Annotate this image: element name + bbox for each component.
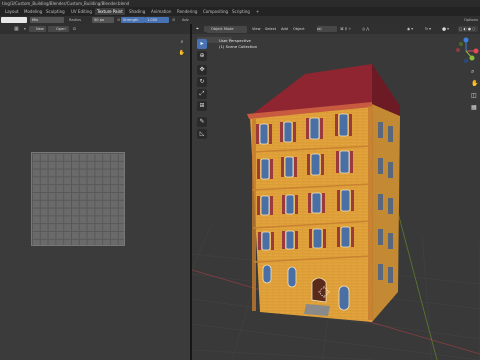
scene-collection-label: (1) Scene Collection — [219, 44, 258, 49]
tool-settings-bar: Mix Radius 50 px ⊙ Strength 1.000 ⊙ Adv … — [0, 16, 480, 24]
menu-object[interactable]: Object — [293, 26, 305, 32]
image-editor-header: ▦ ▾ New Open ⊡ — [0, 24, 190, 34]
view-menu[interactable]: ▾ — [24, 26, 26, 32]
ortho-toggle-icon[interactable]: ▦ — [471, 104, 477, 111]
menu-add[interactable]: Add — [281, 26, 288, 32]
mode-menu-bar: Object Mode View Select Add Object — [207, 25, 317, 34]
workspace-tab-bar: Layout Modeling Sculpting UV Editing Tex… — [0, 7, 480, 16]
strength-label: Strength — [121, 17, 145, 23]
add-workspace-button[interactable]: + — [254, 8, 261, 15]
tab-shading[interactable]: Shading — [127, 8, 147, 15]
blend-mode-select[interactable]: Mix — [30, 17, 64, 23]
transform-tool-icon[interactable]: ⊞ — [197, 101, 207, 111]
color-swatch[interactable] — [1, 17, 27, 23]
select-tool-icon[interactable]: ▸ — [197, 39, 207, 49]
title-bar: ting/3/Custom_Building/Blender/Custom_Bu… — [0, 0, 480, 7]
radius-label: Radius — [69, 18, 82, 22]
tab-layout[interactable]: Layout — [3, 8, 21, 15]
measure-tool-icon[interactable]: ◺ — [197, 129, 207, 139]
rotate-tool-icon[interactable]: ↻ — [197, 77, 207, 87]
strength-field[interactable]: 1.000 — [145, 17, 169, 23]
front-door — [311, 277, 327, 303]
move-tool-icon[interactable]: ✥ — [197, 65, 207, 75]
tab-texture-paint[interactable]: Texture Paint — [95, 8, 125, 15]
building-model — [247, 64, 400, 322]
window-title: ting/3/Custom_Building/Blender/Custom_Bu… — [2, 1, 130, 6]
radius-field[interactable]: 50 px — [92, 17, 114, 23]
y-axis-line — [396, 208, 438, 360]
front-steps — [304, 304, 330, 316]
tab-animation[interactable]: Animation — [149, 8, 173, 15]
scale-tool-icon[interactable]: ⤢ — [197, 89, 207, 99]
menu-select[interactable]: Select — [265, 26, 276, 32]
menu-view[interactable]: View — [252, 26, 261, 32]
viewport-scene — [192, 64, 480, 360]
tab-compositing[interactable]: Compositing — [201, 8, 230, 15]
tab-uv-editing[interactable]: UV Editing — [69, 8, 94, 15]
navigation-gizmo[interactable] — [452, 36, 480, 66]
strength-pressure-icon[interactable]: ⊙ — [172, 17, 175, 23]
3d-viewport[interactable] — [192, 24, 480, 360]
zoom-icon[interactable]: ⌕ — [178, 38, 186, 46]
pressure-icon[interactable]: ⊙ — [117, 17, 120, 23]
browse-image-icon[interactable]: ⊡ — [73, 26, 76, 32]
tab-scripting[interactable]: Scripting — [230, 8, 252, 15]
annotate-tool-icon[interactable]: ✎ — [197, 117, 207, 127]
cursor-tool-icon[interactable]: ⊕ — [197, 51, 207, 61]
new-button-label: New — [36, 27, 44, 31]
camera-view-icon[interactable]: ◫ — [471, 92, 477, 99]
zoom-view-icon[interactable]: ⌕ — [471, 68, 474, 76]
open-button-label: Open — [56, 27, 66, 31]
tab-modeling[interactable]: Modeling — [22, 8, 44, 15]
tab-sculpting[interactable]: Sculpting — [44, 8, 67, 15]
uv-grid — [31, 152, 125, 246]
pan-hand-icon[interactable]: ✋ — [178, 49, 186, 57]
view-perspective-label: User Perspective — [219, 38, 251, 43]
editor-type-icon[interactable]: ▦ — [14, 26, 19, 32]
pan-view-icon[interactable]: ✋ — [471, 80, 478, 87]
options-dropdown[interactable]: Options — [464, 17, 478, 23]
tab-rendering[interactable]: Rendering — [175, 8, 199, 15]
object-mode-label: Object Mode — [211, 27, 234, 31]
adv-dropdown[interactable]: Adv — [182, 17, 189, 23]
